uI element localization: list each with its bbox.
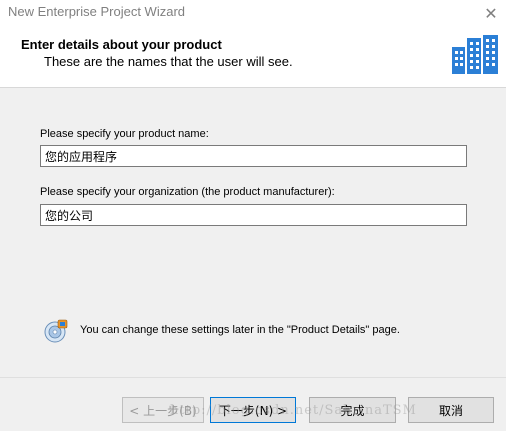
product-name-label: Please specify your product name:: [40, 128, 209, 140]
title-bar: New Enterprise Project Wizard ✕: [0, 0, 506, 28]
page-subtitle: These are the names that the user will s…: [44, 54, 293, 69]
info-text: You can change these settings later in t…: [80, 324, 400, 336]
building-icon: [452, 35, 498, 74]
page-title: Enter details about your product: [21, 37, 222, 52]
finish-button[interactable]: 完成: [309, 397, 396, 423]
window-title: New Enterprise Project Wizard: [8, 4, 185, 19]
product-name-input[interactable]: [40, 145, 467, 167]
next-button[interactable]: 下一步(N) >: [210, 397, 296, 423]
footer-divider: [0, 377, 506, 378]
cancel-button[interactable]: 取消: [408, 397, 494, 423]
wizard-window: New Enterprise Project Wizard ✕ Enter de…: [0, 0, 506, 431]
organization-label: Please specify your organization (the pr…: [40, 186, 335, 198]
close-button[interactable]: ✕: [476, 0, 506, 26]
wizard-header: Enter details about your product These a…: [0, 28, 506, 88]
back-button[interactable]: < 上一步(B): [122, 397, 204, 423]
organization-input[interactable]: [40, 204, 467, 226]
settings-disc-icon: [44, 319, 68, 343]
